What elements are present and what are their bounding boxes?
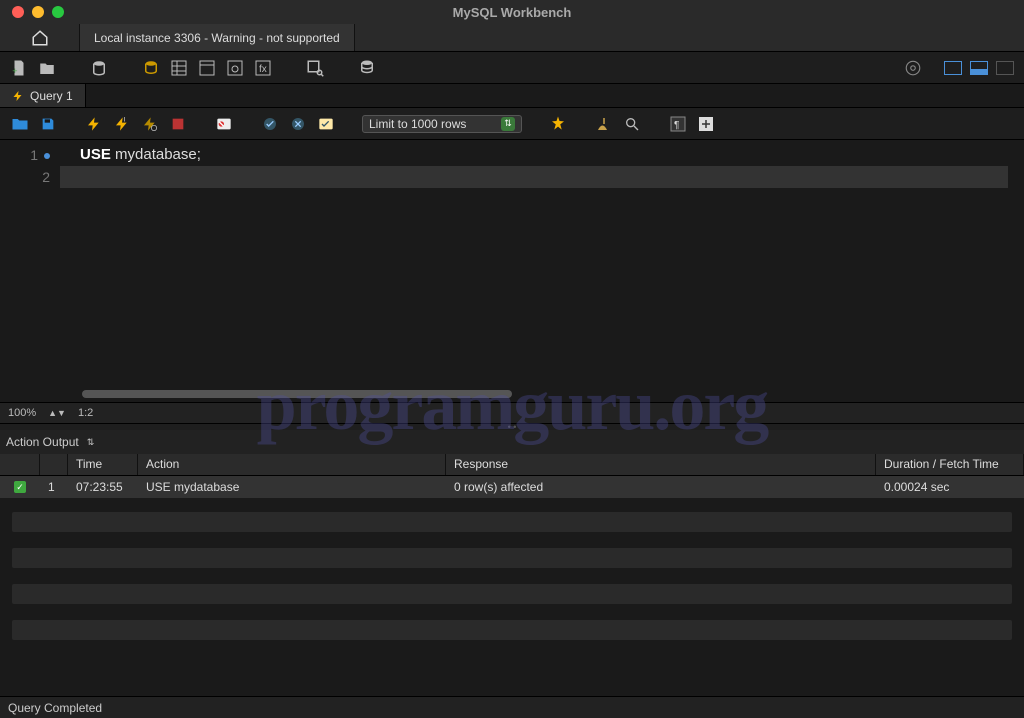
- execute-icon[interactable]: [84, 114, 104, 134]
- commit-icon[interactable]: [260, 114, 280, 134]
- col-action[interactable]: Action: [138, 454, 446, 475]
- query-tab-label: Query 1: [30, 89, 73, 103]
- status-bar: Query Completed: [0, 696, 1024, 718]
- autocommit-icon[interactable]: [316, 114, 336, 134]
- save-file-icon[interactable]: [38, 114, 58, 134]
- svg-text:fx: fx: [259, 64, 267, 75]
- table-row[interactable]: ✓ 1 07:23:55 USE mydatabase 0 row(s) aff…: [0, 476, 1024, 498]
- table-header: Time Action Response Duration / Fetch Ti…: [0, 454, 1024, 476]
- action-output-table: Time Action Response Duration / Fetch Ti…: [0, 454, 1024, 696]
- inspector-icon[interactable]: [88, 57, 110, 79]
- main-toolbar: + fx: [0, 52, 1024, 84]
- status-text: Query Completed: [8, 701, 102, 715]
- success-icon: ✓: [14, 481, 26, 493]
- line-gutter: 1 2: [0, 140, 60, 402]
- svg-text:I: I: [123, 116, 125, 123]
- sql-keyword: USE: [80, 146, 111, 163]
- connection-tab[interactable]: Local instance 3306 - Warning - not supp…: [80, 24, 355, 51]
- current-line-highlight: [60, 166, 1008, 188]
- new-function-icon[interactable]: fx: [252, 57, 274, 79]
- watermark-text: programguru.org: [0, 364, 1024, 447]
- col-duration[interactable]: Duration / Fetch Time: [876, 454, 1024, 475]
- empty-rows: [0, 498, 1024, 696]
- row-duration: 0.00024 sec: [876, 480, 1024, 494]
- row-action: USE mydatabase: [138, 480, 446, 494]
- new-view-icon[interactable]: [196, 57, 218, 79]
- new-sql-file-icon[interactable]: +: [8, 57, 30, 79]
- window-title: MySQL Workbench: [0, 5, 1024, 20]
- col-response[interactable]: Response: [446, 454, 876, 475]
- row-index: 1: [40, 480, 68, 494]
- sql-text: mydatabase;: [111, 146, 201, 163]
- settings-icon[interactable]: [902, 57, 924, 79]
- new-table-icon[interactable]: [168, 57, 190, 79]
- row-response: 0 row(s) affected: [446, 480, 876, 494]
- toggle-invisibles-icon[interactable]: [696, 114, 716, 134]
- chevron-updown-icon: ⇅: [501, 117, 515, 131]
- beautify-icon[interactable]: [548, 114, 568, 134]
- row-limit-label: Limit to 1000 rows: [369, 117, 466, 131]
- editor-toolbar: I Limit to 1000 rows ⇅ ¶: [0, 108, 1024, 140]
- dont-limit-icon[interactable]: [214, 114, 234, 134]
- col-time[interactable]: Time: [68, 454, 138, 475]
- breakpoint-dot-icon: [44, 153, 50, 159]
- open-file-icon[interactable]: [10, 114, 30, 134]
- explain-icon[interactable]: [140, 114, 160, 134]
- titlebar: MySQL Workbench: [0, 0, 1024, 24]
- svg-text:¶: ¶: [674, 120, 679, 131]
- new-procedure-icon[interactable]: [224, 57, 246, 79]
- find-icon[interactable]: [594, 114, 614, 134]
- toggle-left-panel-icon[interactable]: [942, 57, 964, 79]
- row-time: 07:23:55: [68, 480, 138, 494]
- svg-text:+: +: [12, 66, 17, 76]
- query-tab-row: Query 1: [0, 84, 1024, 108]
- rollback-icon[interactable]: [288, 114, 308, 134]
- home-button[interactable]: [0, 24, 80, 51]
- sql-editor[interactable]: 1 2 USE mydatabase; programguru.org: [0, 140, 1024, 402]
- connection-tab-bar: Local instance 3306 - Warning - not supp…: [0, 24, 1024, 52]
- server-admin-icon[interactable]: [356, 57, 378, 79]
- code-area[interactable]: USE mydatabase;: [60, 140, 1024, 402]
- toggle-wrap-icon[interactable]: ¶: [668, 114, 688, 134]
- toggle-bottom-panel-icon[interactable]: [968, 57, 990, 79]
- new-schema-icon[interactable]: [140, 57, 162, 79]
- query-tab[interactable]: Query 1: [0, 84, 86, 107]
- open-sql-file-icon[interactable]: [36, 57, 58, 79]
- execute-current-icon[interactable]: I: [112, 114, 132, 134]
- row-limit-select[interactable]: Limit to 1000 rows ⇅: [362, 115, 522, 133]
- stop-icon[interactable]: [168, 114, 188, 134]
- toggle-right-panel-icon[interactable]: [994, 57, 1016, 79]
- search-sql-icon[interactable]: [622, 114, 642, 134]
- search-table-icon[interactable]: [304, 57, 326, 79]
